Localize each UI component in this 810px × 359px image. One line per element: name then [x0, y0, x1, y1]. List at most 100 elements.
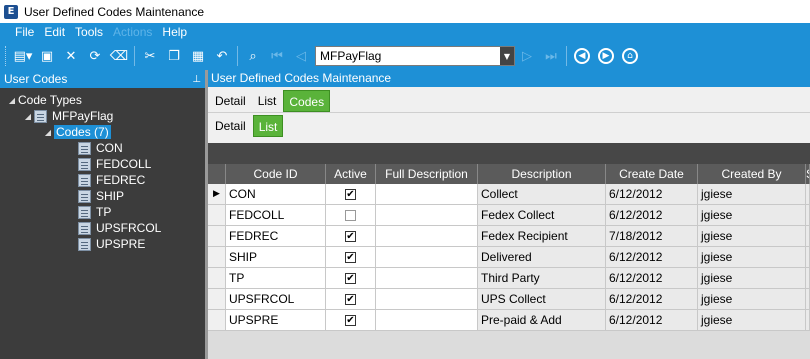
- cell-full-description[interactable]: [376, 205, 478, 225]
- refresh-icon[interactable]: ⟳: [85, 46, 105, 66]
- column-header[interactable]: Create Date: [606, 164, 698, 184]
- column-header[interactable]: Description: [478, 164, 606, 184]
- delete-icon[interactable]: ✕: [61, 46, 81, 66]
- tree-node-code[interactable]: FEDREC: [0, 172, 205, 188]
- cell-description[interactable]: Pre-paid & Add: [478, 310, 606, 330]
- cell-code-id[interactable]: FEDREC: [226, 226, 326, 246]
- save-icon[interactable]: ▣: [37, 46, 57, 66]
- expand-triangle-icon[interactable]: ◢: [22, 112, 34, 121]
- cell-overflow[interactable]: [806, 268, 810, 288]
- cell-active[interactable]: ✔: [326, 310, 376, 330]
- menu-help[interactable]: Help: [157, 23, 192, 42]
- cell-code-id[interactable]: UPSPRE: [226, 310, 326, 330]
- cell-created-by[interactable]: jgiese: [698, 184, 806, 204]
- cell-description[interactable]: Fedex Collect: [478, 205, 606, 225]
- cell-active[interactable]: ✔: [326, 184, 376, 204]
- cell-active[interactable]: ✔: [326, 268, 376, 288]
- copy-icon[interactable]: ❐: [164, 46, 184, 66]
- chevron-down-icon[interactable]: ▼: [500, 47, 514, 65]
- checkbox-checked[interactable]: ✔: [345, 293, 356, 305]
- checkbox-checked[interactable]: ✔: [345, 251, 356, 263]
- cell-overflow[interactable]: [806, 226, 810, 246]
- cell-description[interactable]: Delivered: [478, 247, 606, 267]
- cell-overflow[interactable]: [806, 289, 810, 309]
- cell-active[interactable]: ✔: [326, 247, 376, 267]
- checkbox-checked[interactable]: ✔: [345, 230, 356, 242]
- row-indicator[interactable]: [208, 247, 226, 267]
- cell-description[interactable]: Collect: [478, 184, 606, 204]
- cell-description[interactable]: Third Party: [478, 268, 606, 288]
- cell-overflow[interactable]: [806, 247, 810, 267]
- cell-active[interactable]: ✔: [326, 289, 376, 309]
- toolbar-grip[interactable]: [5, 46, 8, 66]
- column-header[interactable]: Created By: [698, 164, 806, 184]
- cell-create-date[interactable]: 7/18/2012: [606, 226, 698, 246]
- last-record-icon[interactable]: ⏭: [541, 46, 561, 66]
- expand-triangle-icon[interactable]: ◢: [42, 128, 54, 137]
- column-header[interactable]: S: [806, 164, 810, 184]
- cell-overflow[interactable]: [806, 310, 810, 330]
- table-row[interactable]: FEDCOLL Fedex Collect 6/12/2012 jgiese: [208, 205, 810, 226]
- cell-active[interactable]: [326, 205, 376, 225]
- menu-edit[interactable]: Edit: [39, 23, 70, 42]
- clear-icon[interactable]: ⌫: [109, 46, 129, 66]
- cell-code-id[interactable]: UPSFRCOL: [226, 289, 326, 309]
- cell-created-by[interactable]: jgiese: [698, 205, 806, 225]
- cell-created-by[interactable]: jgiese: [698, 268, 806, 288]
- menu-actions[interactable]: Actions: [108, 23, 157, 42]
- undo-icon[interactable]: ↶: [212, 46, 232, 66]
- row-indicator[interactable]: [208, 310, 226, 330]
- cell-description[interactable]: Fedex Recipient: [478, 226, 606, 246]
- cell-code-id[interactable]: SHIP: [226, 247, 326, 267]
- cell-create-date[interactable]: 6/12/2012: [606, 205, 698, 225]
- cut-icon[interactable]: ✂: [140, 46, 160, 66]
- cell-create-date[interactable]: 6/12/2012: [606, 310, 698, 330]
- tree-node-code-types[interactable]: ◢ Code Types: [0, 92, 205, 108]
- tree-node-code[interactable]: UPSPRE: [0, 236, 205, 252]
- tree-node-code[interactable]: UPSFRCOL: [0, 220, 205, 236]
- row-indicator[interactable]: [208, 289, 226, 309]
- table-row[interactable]: ▶ CON ✔ Collect 6/12/2012 jgiese: [208, 184, 810, 205]
- search-icon[interactable]: ⌕: [243, 46, 263, 66]
- tab-codes[interactable]: Codes: [283, 90, 331, 112]
- checkbox-checked[interactable]: ✔: [345, 188, 356, 200]
- home-icon[interactable]: ⌂: [622, 48, 638, 64]
- checkbox-checked[interactable]: ✔: [345, 272, 356, 284]
- column-header[interactable]: Full Description: [376, 164, 478, 184]
- tab-detail[interactable]: Detail: [210, 90, 251, 112]
- cell-created-by[interactable]: jgiese: [698, 289, 806, 309]
- new-icon[interactable]: ▤▾: [13, 46, 33, 66]
- cell-code-id[interactable]: TP: [226, 268, 326, 288]
- cell-description[interactable]: UPS Collect: [478, 289, 606, 309]
- cell-code-id[interactable]: FEDCOLL: [226, 205, 326, 225]
- tree-node-type[interactable]: ◢ MFPayFlag: [0, 108, 205, 124]
- cell-active[interactable]: ✔: [326, 226, 376, 246]
- table-row[interactable]: SHIP ✔ Delivered 6/12/2012 jgiese: [208, 247, 810, 268]
- row-indicator[interactable]: [208, 226, 226, 246]
- cell-created-by[interactable]: jgiese: [698, 226, 806, 246]
- tree-node-code[interactable]: CON: [0, 140, 205, 156]
- menu-tools[interactable]: Tools: [70, 23, 108, 42]
- tab-list[interactable]: List: [253, 90, 282, 112]
- cell-full-description[interactable]: [376, 184, 478, 204]
- cell-full-description[interactable]: [376, 247, 478, 267]
- table-row[interactable]: UPSPRE ✔ Pre-paid & Add 6/12/2012 jgiese: [208, 310, 810, 331]
- cell-created-by[interactable]: jgiese: [698, 310, 806, 330]
- cell-full-description[interactable]: [376, 289, 478, 309]
- first-record-icon[interactable]: ⏮: [267, 46, 287, 66]
- cell-code-id[interactable]: CON: [226, 184, 326, 204]
- checkbox-checked[interactable]: ✔: [345, 314, 356, 326]
- checkbox-unchecked[interactable]: [345, 209, 356, 221]
- cell-overflow[interactable]: [806, 205, 810, 225]
- back-icon[interactable]: ◀: [574, 48, 590, 64]
- column-header[interactable]: Code ID: [226, 164, 326, 184]
- table-row[interactable]: UPSFRCOL ✔ UPS Collect 6/12/2012 jgiese: [208, 289, 810, 310]
- cell-full-description[interactable]: [376, 268, 478, 288]
- cell-create-date[interactable]: 6/12/2012: [606, 184, 698, 204]
- row-indicator[interactable]: [208, 205, 226, 225]
- tree-node-codes[interactable]: ◢ Codes (7): [0, 124, 205, 140]
- expand-triangle-icon[interactable]: ◢: [6, 96, 18, 105]
- table-row[interactable]: FEDREC ✔ Fedex Recipient 7/18/2012 jgiese: [208, 226, 810, 247]
- forward-icon[interactable]: ▶: [598, 48, 614, 64]
- subtab-detail[interactable]: Detail: [210, 115, 251, 137]
